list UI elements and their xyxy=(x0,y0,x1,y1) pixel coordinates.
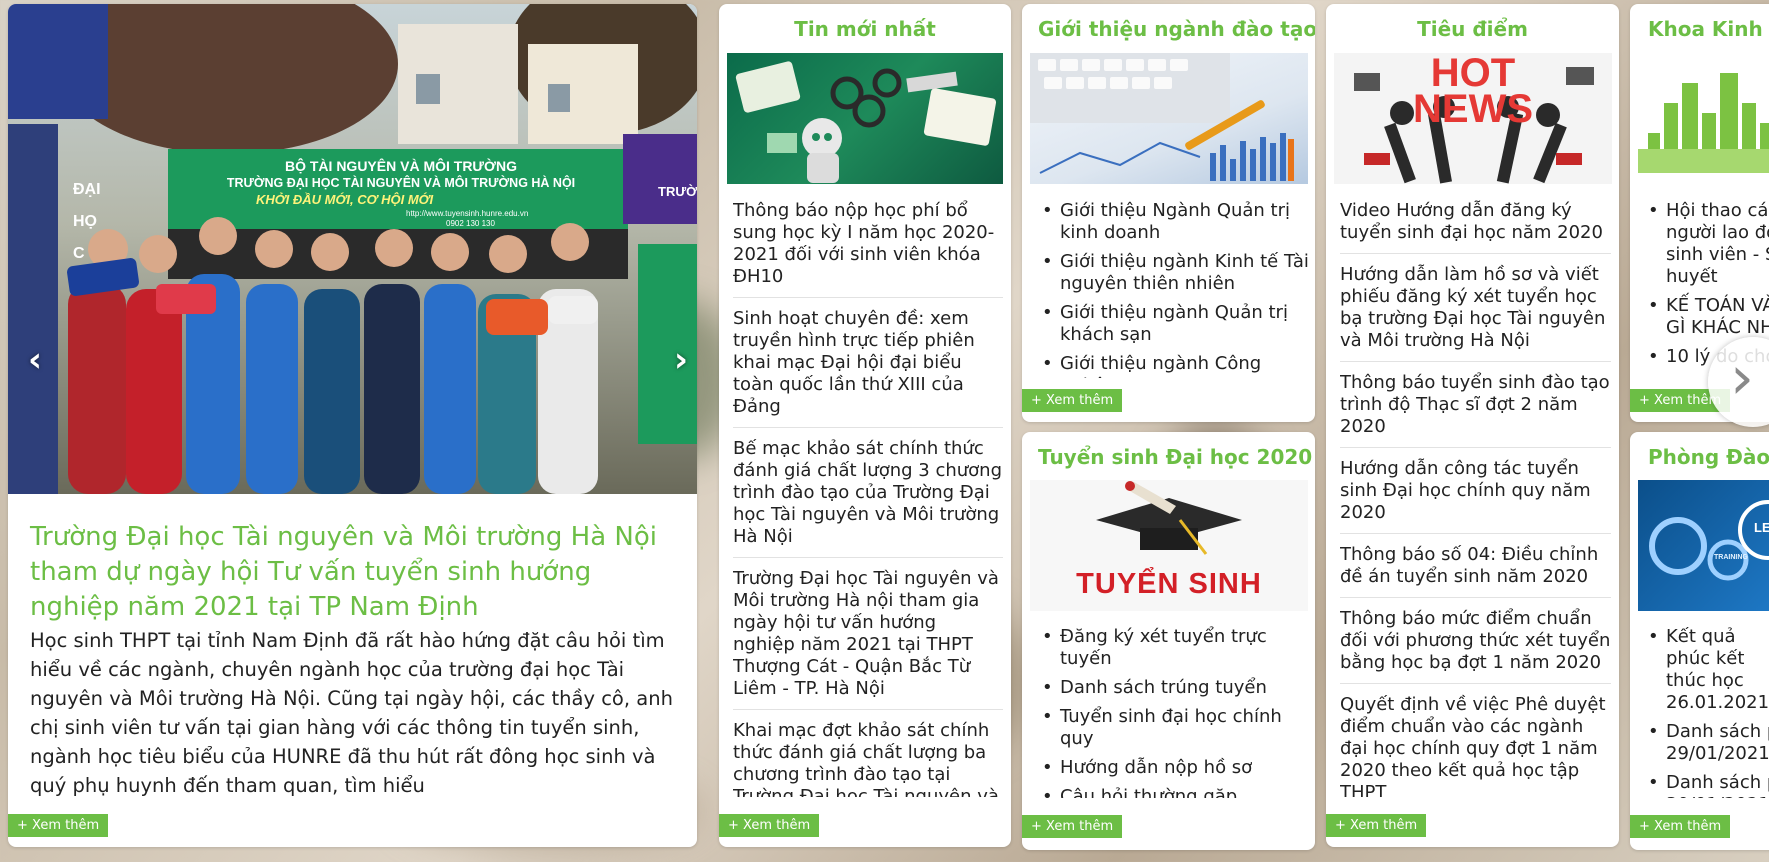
focus-link[interactable]: Thông báo tuyển sinh đào tạo trình độ Th… xyxy=(1340,362,1611,448)
news-link[interactable]: Sinh hoạt chuyên đề: xem truyền hình trự… xyxy=(733,298,1003,428)
right-sign: TRƯỜN xyxy=(658,184,697,199)
training-image-text-2: TRAINING xyxy=(1714,554,1748,561)
latest-news-card: Tin mới nhất Thông báo nộp học phí bổ su… xyxy=(719,4,1011,847)
admission-link[interactable]: Hướng dẫn nộp hồ sơ xyxy=(1042,757,1309,779)
admission-list: Đăng ký xét tuyển trực tuyến Danh sách t… xyxy=(1042,626,1309,798)
slider-photo[interactable]: BỘ TÀI NGUYÊN VÀ MÔI TRƯỜNG TRƯỜNG ĐẠI H… xyxy=(8,4,697,494)
banner-line3: KHỞI ĐẦU MỚI, CƠ HỘI MỚI xyxy=(256,192,434,207)
admission-image-text: TUYỂN SINH xyxy=(1076,568,1262,600)
focus-card: Tiêu điểm HOT NEWS Video Hướng dẫn đăng … xyxy=(1326,4,1619,847)
admission-link[interactable]: Đăng ký xét tuyển trực tuyến xyxy=(1042,626,1309,670)
news-link[interactable]: Bế mạc khảo sát chính thức đánh giá chất… xyxy=(733,428,1003,558)
latest-news-image[interactable] xyxy=(727,53,1003,184)
economics-title: Khoa Kinh tế xyxy=(1648,17,1769,41)
focus-link[interactable]: Thông báo số 04: Điều chỉnh đề án tuyển … xyxy=(1340,534,1611,598)
banner-url: http://www.tuyensinh.hunre.edu.vn xyxy=(406,209,529,218)
admission-image[interactable]: TUYỂN SINH xyxy=(1030,480,1308,611)
economics-link[interactable]: Hội thao các người lao độ sinh viên - S … xyxy=(1648,200,1769,288)
banner-phone: 0902 130 130 xyxy=(446,219,495,228)
admission-more-button[interactable]: + Xem thêm xyxy=(1022,815,1123,838)
chevron-right-icon: › xyxy=(1730,343,1754,413)
latest-news-list: Thông báo nộp học phí bổ sung học kỳ I n… xyxy=(733,200,1003,797)
training-image[interactable]: TRAINING LEA xyxy=(1638,480,1769,611)
featured-summary: Học sinh THPT tại tỉnh Nam Định đã rất h… xyxy=(30,629,673,797)
focus-more-button[interactable]: + Xem thêm xyxy=(1326,814,1427,837)
focus-link[interactable]: Hướng dẫn công tác tuyển sinh Đại học ch… xyxy=(1340,448,1611,534)
programs-image[interactable] xyxy=(1030,53,1308,184)
news-link[interactable]: Thông báo nộp học phí bổ sung học kỳ I n… xyxy=(733,200,1003,298)
latest-news-illustration xyxy=(735,61,997,183)
training-link[interactable]: Danh sách p 30/01/2021 xyxy=(1648,772,1769,798)
program-link[interactable]: Giới thiệu ngành Kinh tế Tài nguyên thiê… xyxy=(1042,251,1309,295)
programs-more-button[interactable]: + Xem thêm xyxy=(1022,389,1123,412)
training-title: Phòng Đào tạ xyxy=(1648,445,1769,469)
slider-prev-button[interactable]: ‹ xyxy=(28,340,42,380)
programs-illustration xyxy=(1030,53,1294,181)
training-more-button[interactable]: + Xem thêm xyxy=(1630,815,1731,838)
training-card: Phòng Đào tạ TRAINING LEA Kết quả phúc k… xyxy=(1630,432,1769,850)
news-link[interactable]: Khai mạc đợt khảo sát chính thức đánh gi… xyxy=(733,710,1003,797)
banner-text: BỘ TÀI NGUYÊN VÀ MÔI TRƯỜNG TRƯỜNG ĐẠI H… xyxy=(186,157,616,229)
programs-title: Giới thiệu ngành đào tạo xyxy=(1038,17,1315,41)
banner-line1: BỘ TÀI NGUYÊN VÀ MÔI TRƯỜNG xyxy=(284,158,517,174)
admission-link[interactable]: Tuyển sinh đại học chính quy xyxy=(1042,706,1309,750)
admission-cap-illustration xyxy=(1096,481,1242,555)
training-list: Kết quả phúc kết thúc học 26.01.2021 Dan… xyxy=(1648,626,1769,798)
featured-slider-card: BỘ TÀI NGUYÊN VÀ MÔI TRƯỜNG TRƯỜNG ĐẠI H… xyxy=(8,4,697,847)
banner-line2: TRƯỜNG ĐẠI HỌC TÀI NGUYÊN VÀ MÔI TRƯỜNG … xyxy=(226,176,576,190)
programs-list: Giới thiệu Ngành Quản trị kinh doanh Giớ… xyxy=(1042,200,1309,378)
focus-link[interactable]: Video Hướng dẫn đăng ký tuyển sinh đại h… xyxy=(1340,200,1611,254)
economics-link[interactable]: KẾ TOÁN VÀ GÌ KHÁC NH xyxy=(1648,295,1769,339)
focus-title: Tiêu điểm xyxy=(1417,17,1528,41)
program-link[interactable]: Giới thiệu Ngành Quản trị kinh doanh xyxy=(1042,200,1309,244)
economics-image[interactable] xyxy=(1638,53,1769,184)
admission-link[interactable]: Câu hỏi thường gặp xyxy=(1042,786,1309,798)
focus-link[interactable]: Thông báo mức điểm chuẩn đối với phương … xyxy=(1340,598,1611,684)
news-link[interactable]: Trường Đại học Tài nguyên và Môi trường … xyxy=(733,558,1003,710)
latest-news-title: Tin mới nhất xyxy=(794,17,936,41)
training-image-text: LEA xyxy=(1754,520,1769,535)
training-link[interactable]: Danh sách p 29/01/2021 xyxy=(1648,721,1769,765)
training-link[interactable]: Kết quả phúc kết thúc học 26.01.2021 xyxy=(1648,626,1769,714)
focus-link[interactable]: Quyết định về việc Phê duyệt điểm chuẩn … xyxy=(1340,684,1611,797)
focus-image[interactable]: HOT NEWS xyxy=(1334,53,1612,184)
side-sign: ĐẠI HỌC xyxy=(73,181,101,262)
slider-photo-drawing xyxy=(8,4,697,494)
latest-news-more-button[interactable]: + Xem thêm xyxy=(719,814,820,837)
focus-link[interactable]: Hướng dẫn làm hồ sơ và viết phiếu đăng k… xyxy=(1340,254,1611,362)
admission-title: Tuyển sinh Đại học 2020 xyxy=(1038,445,1313,469)
admission-card: Tuyển sinh Đại học 2020 TUYỂN SINH Đăng … xyxy=(1022,432,1315,850)
economics-city-illustration xyxy=(1638,73,1769,173)
program-link[interactable]: Giới thiệu ngành Quản trị khách sạn xyxy=(1042,302,1309,346)
admission-link[interactable]: Danh sách trúng tuyển xyxy=(1042,677,1309,699)
focus-list: Video Hướng dẫn đăng ký tuyển sinh đại h… xyxy=(1340,200,1611,797)
programs-card: Giới thiệu ngành đào tạo Giới thiệu Ngàn… xyxy=(1022,4,1315,422)
slider-next-button[interactable]: › xyxy=(674,340,688,380)
featured-more-button[interactable]: + Xem thêm xyxy=(8,814,109,837)
program-link[interactable]: Giới thiệu ngành Công nghệ xyxy=(1042,353,1309,378)
training-gears-illustration xyxy=(1649,500,1769,581)
featured-title-link[interactable]: Trường Đại học Tài nguyên và Môi trường … xyxy=(30,520,680,625)
focus-image-news: NEWS xyxy=(1413,87,1533,131)
